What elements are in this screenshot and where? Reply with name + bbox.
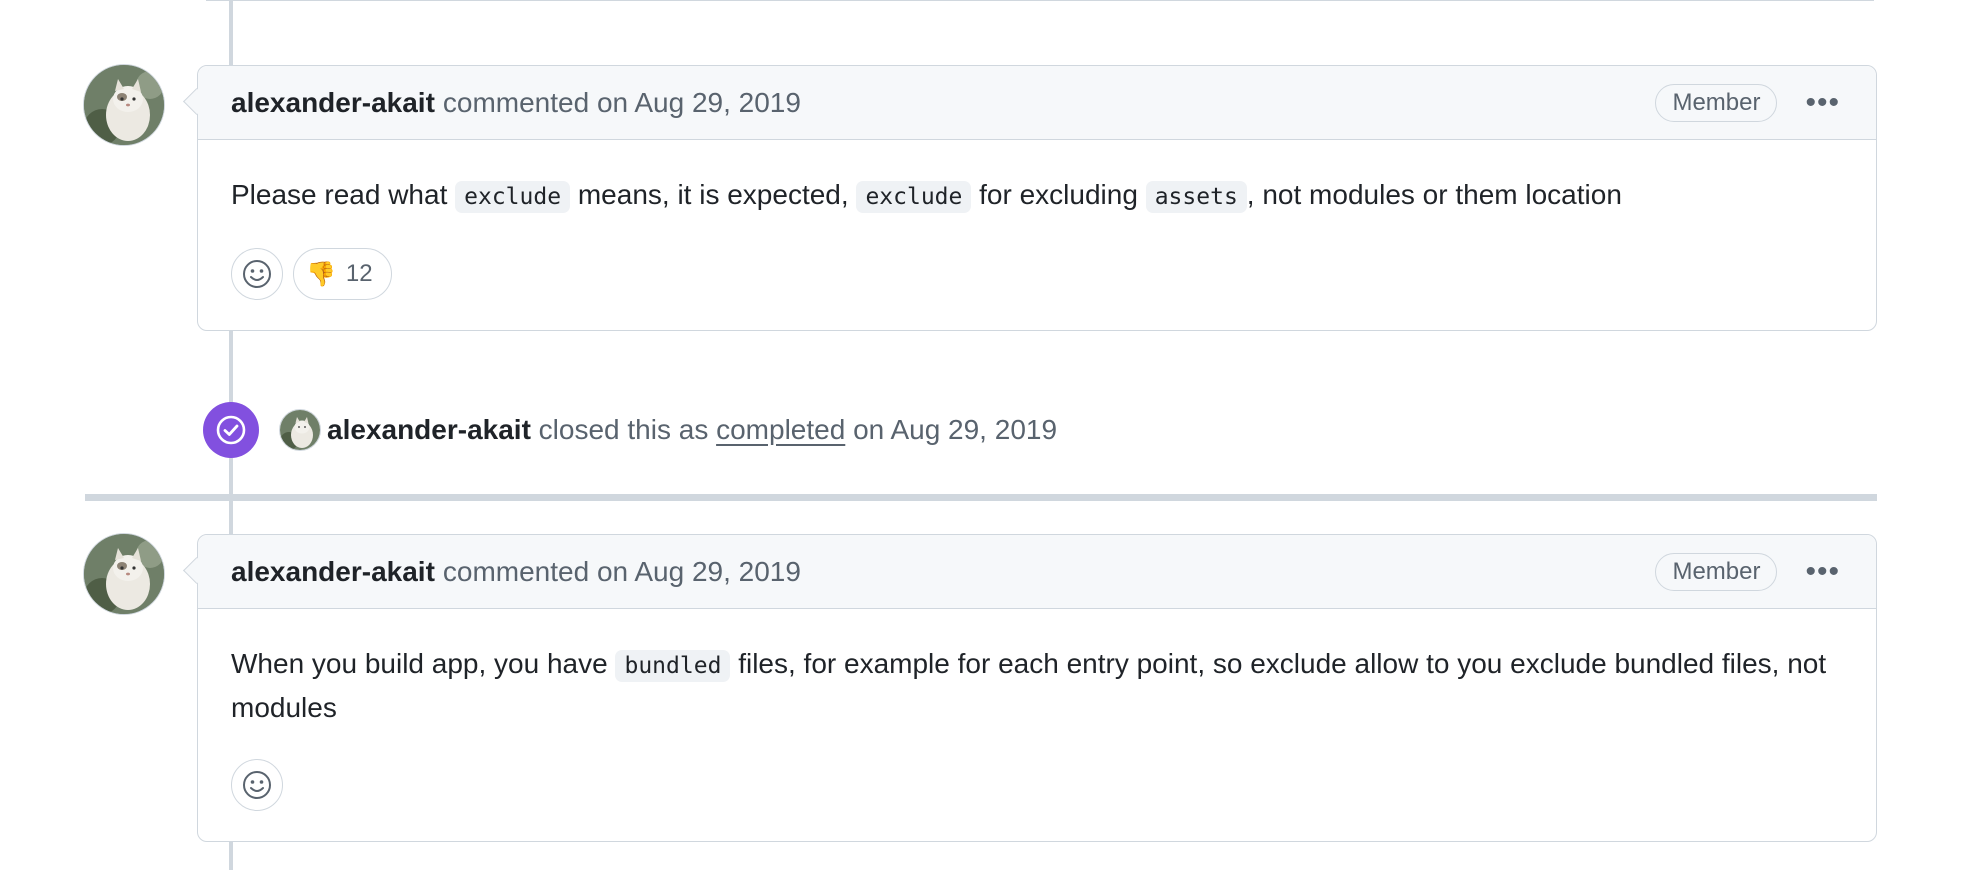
check-circle-icon xyxy=(203,402,259,458)
body-text: Please read what xyxy=(231,179,456,210)
comment-header: alexander-akait commented on Aug 29, 201… xyxy=(198,535,1876,609)
comment-author[interactable]: alexander-akait xyxy=(231,556,435,588)
member-badge: Member xyxy=(1655,83,1778,122)
comment-author[interactable]: alexander-akait xyxy=(231,87,435,119)
event-description: alexander-akait closed this as completed… xyxy=(327,414,1057,446)
comment-body: When you build app, you have bundled fil… xyxy=(198,609,1876,759)
event-date[interactable]: on Aug 29, 2019 xyxy=(853,414,1057,445)
reactions-bar: 👎 12 xyxy=(198,248,1876,330)
event-author[interactable]: alexander-akait xyxy=(327,414,531,445)
inline-code: exclude xyxy=(856,181,972,213)
reaction-count: 12 xyxy=(345,260,373,287)
smiley-icon xyxy=(243,771,271,799)
cat-avatar-icon xyxy=(280,410,320,450)
timeline-event-closed: alexander-akait closed this as completed… xyxy=(203,402,1057,458)
timeline-divider xyxy=(85,494,1877,501)
body-text: for excluding xyxy=(971,179,1146,210)
reaction-thumbs-down-button[interactable]: 👎 12 xyxy=(293,248,392,300)
top-divider xyxy=(206,0,1874,1)
body-text: , not modules or them location xyxy=(1246,179,1622,210)
avatar[interactable] xyxy=(83,64,165,146)
kebab-menu-icon[interactable]: ••• xyxy=(1801,87,1844,117)
avatar[interactable] xyxy=(83,533,165,615)
comment-body: Please read what exclude means, it is ex… xyxy=(198,140,1876,248)
inline-code: exclude xyxy=(455,181,571,213)
avatar[interactable] xyxy=(279,409,321,451)
comment-card: alexander-akait commented on Aug 29, 201… xyxy=(197,65,1877,331)
reactions-bar xyxy=(198,759,1876,841)
body-text: means, it is expected, xyxy=(570,179,857,210)
event-action: closed this as xyxy=(538,414,709,445)
inline-code: bundled xyxy=(615,650,731,682)
thumbs-down-icon: 👎 xyxy=(306,260,336,288)
comment-timestamp[interactable]: commented on Aug 29, 2019 xyxy=(443,556,801,588)
kebab-menu-icon[interactable]: ••• xyxy=(1801,556,1844,586)
member-badge: Member xyxy=(1655,552,1778,591)
completed-link[interactable]: completed xyxy=(716,414,845,445)
add-reaction-button[interactable] xyxy=(231,759,283,811)
body-text: When you build app, you have xyxy=(231,648,616,679)
smiley-icon xyxy=(243,260,271,288)
comment-timestamp[interactable]: commented on Aug 29, 2019 xyxy=(443,87,801,119)
cat-avatar-icon xyxy=(84,534,164,614)
inline-code: assets xyxy=(1145,181,1247,213)
add-reaction-button[interactable] xyxy=(231,248,283,300)
comment-header: alexander-akait commented on Aug 29, 201… xyxy=(198,66,1876,140)
cat-avatar-icon xyxy=(84,65,164,145)
comment-card: alexander-akait commented on Aug 29, 201… xyxy=(197,534,1877,842)
